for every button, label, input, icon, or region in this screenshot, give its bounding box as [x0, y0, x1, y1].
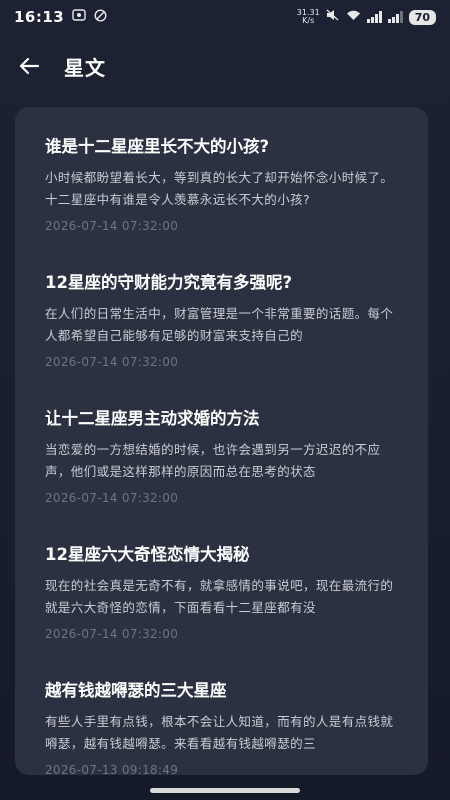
article-title: 让十二星座男主动求婚的方法: [45, 409, 260, 428]
article-summary: 现在的社会真是无奇不有，就拿感情的事说吧，现在最流行的就是六大奇怪的恋情，下面看…: [45, 578, 394, 615]
article-item[interactable]: 谁是十二星座里长不大的小孩? 小时候都盼望着长大，等到真的长大了却开始怀念小时候…: [15, 107, 428, 243]
blocked-icon: [94, 8, 107, 26]
article-summary: 在人们的日常生活中，财富管理是一个非常重要的话题。每个人都希望自己能够有足够的财…: [45, 306, 394, 343]
header: 星文: [0, 34, 450, 98]
signal-icon-2: [387, 11, 403, 23]
article-item[interactable]: 12星座的守财能力究竟有多强呢? 在人们的日常生活中，财富管理是一个非常重要的话…: [15, 243, 428, 379]
article-title: 谁是十二星座里长不大的小孩?: [45, 137, 270, 156]
mute-icon: [326, 9, 340, 25]
network-speed: 31.31 K/s: [297, 9, 320, 25]
article-date: 2026-07-14 07:32:00: [45, 219, 179, 233]
status-right: 31.31 K/s 70: [297, 9, 436, 25]
article-date: 2026-07-13 09:18:49: [45, 763, 179, 775]
signal-icon: [366, 11, 382, 23]
article-title: 12星座的守财能力究竟有多强呢?: [45, 273, 293, 292]
back-arrow-icon: [19, 57, 40, 75]
battery-level: 70: [408, 9, 436, 25]
network-speed-unit: K/s: [302, 16, 315, 25]
status-time: 16:13: [14, 8, 65, 26]
article-item[interactable]: 12星座六大奇怪恋情大揭秘 现在的社会真是无奇不有，就拿感情的事说吧，现在最流行…: [15, 515, 428, 651]
article-title: 12星座六大奇怪恋情大揭秘: [45, 545, 250, 564]
screen-record-icon: [72, 9, 86, 25]
back-button[interactable]: [18, 50, 50, 82]
article-title: 越有钱越嘚瑟的三大星座: [45, 681, 227, 700]
article-summary: 有些人手里有点钱，根本不会让人知道，而有的人是有点钱就嘚瑟，越有钱越嘚瑟。来看看…: [45, 714, 394, 751]
article-date: 2026-07-14 07:32:00: [45, 355, 179, 369]
article-summary: 当恋爱的一方想结婚的时候，也许会遇到另一方迟迟的不应声，他们或是这样那样的原因而…: [45, 442, 381, 479]
article-date: 2026-07-14 07:32:00: [45, 491, 179, 505]
status-bar: 16:13 31.31 K/s 70: [0, 0, 450, 34]
article-list: 谁是十二星座里长不大的小孩? 小时候都盼望着长大，等到真的长大了却开始怀念小时候…: [15, 107, 428, 775]
article-summary: 小时候都盼望着长大，等到真的长大了却开始怀念小时候了。十二星座中有谁是令人羡慕永…: [45, 170, 394, 207]
article-date: 2026-07-14 07:32:00: [45, 627, 179, 641]
page-title: 星文: [64, 55, 106, 80]
home-indicator[interactable]: [150, 788, 300, 793]
article-item[interactable]: 越有钱越嘚瑟的三大星座 有些人手里有点钱，根本不会让人知道，而有的人是有点钱就嘚…: [15, 651, 428, 775]
status-left: 16:13: [14, 8, 107, 26]
article-item[interactable]: 让十二星座男主动求婚的方法 当恋爱的一方想结婚的时候，也许会遇到另一方迟迟的不应…: [15, 379, 428, 515]
wifi-icon: [346, 9, 361, 25]
